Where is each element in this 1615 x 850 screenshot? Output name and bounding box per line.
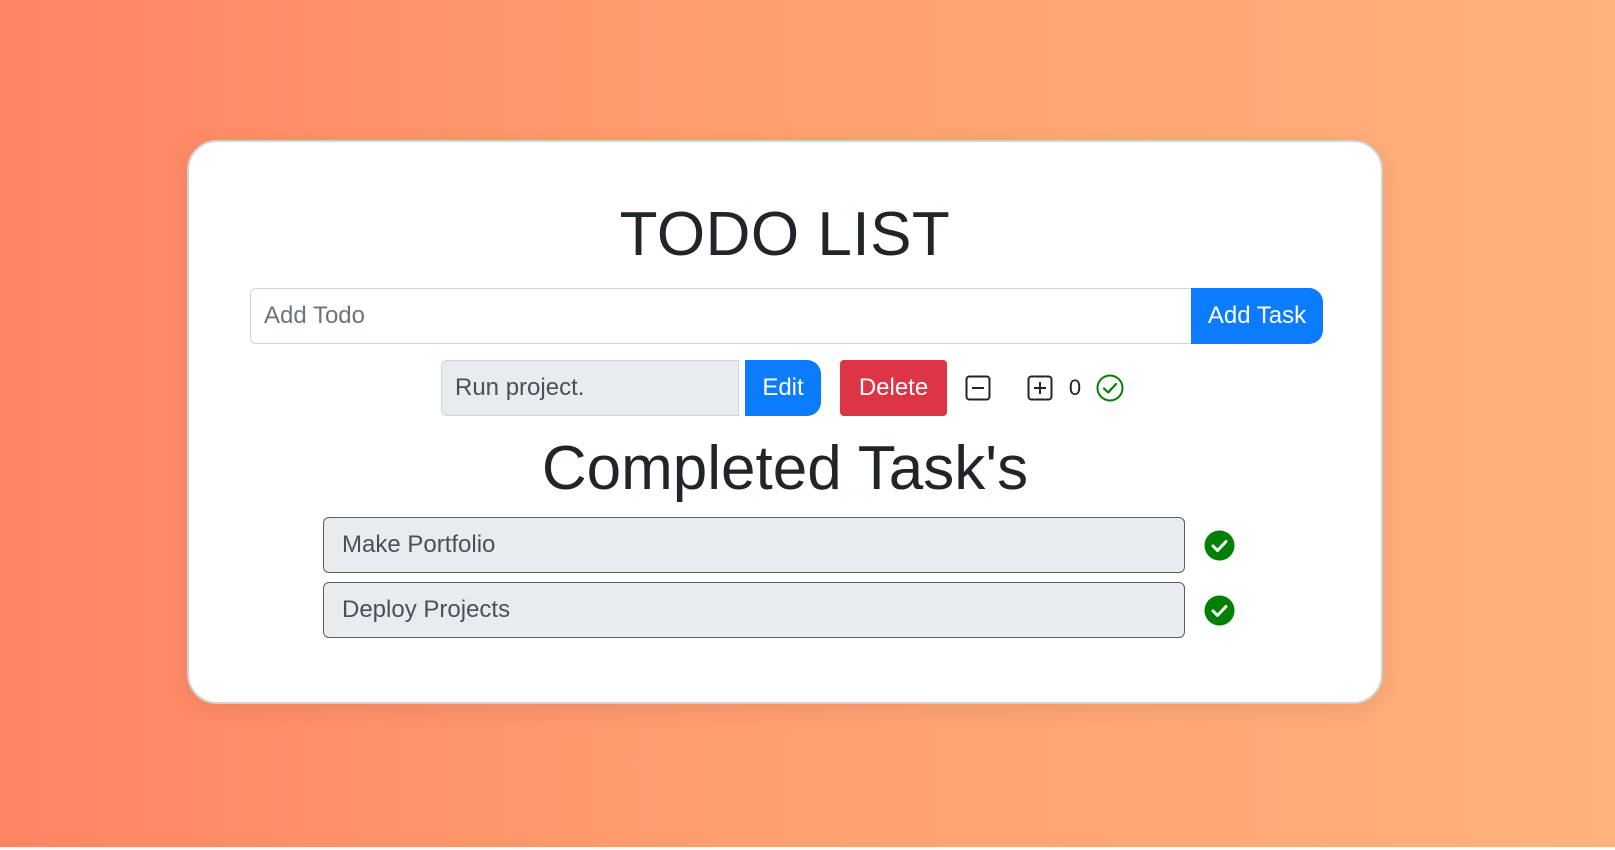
minus-square-icon[interactable] xyxy=(963,373,993,403)
completed-item: Deploy Projects xyxy=(323,582,1235,638)
delete-button[interactable]: Delete xyxy=(840,360,947,416)
todo-card: TODO LIST Add Task Edit Delete 0 xyxy=(187,140,1383,704)
active-task-text[interactable] xyxy=(441,360,739,416)
completed-list: Make Portfolio Deploy Projects xyxy=(323,517,1235,647)
completed-item-text: Deploy Projects xyxy=(323,582,1185,638)
check-circle-filled-icon[interactable] xyxy=(1204,530,1235,561)
edit-button[interactable]: Edit xyxy=(745,360,821,416)
add-todo-input[interactable] xyxy=(250,288,1191,344)
check-circle-outline-icon[interactable] xyxy=(1095,373,1125,403)
plus-square-icon[interactable] xyxy=(1025,373,1055,403)
task-counter: 0 xyxy=(1068,375,1082,400)
page-title: TODO LIST xyxy=(619,200,951,269)
completed-heading: Completed Task's xyxy=(541,434,1029,503)
completed-item-text: Make Portfolio xyxy=(323,517,1185,573)
completed-item: Make Portfolio xyxy=(323,517,1235,573)
add-task-button[interactable]: Add Task xyxy=(1191,288,1323,344)
add-todo-form: Add Task xyxy=(250,288,1323,344)
check-circle-filled-icon[interactable] xyxy=(1204,595,1235,626)
active-task-row: Edit Delete 0 xyxy=(441,360,1125,416)
